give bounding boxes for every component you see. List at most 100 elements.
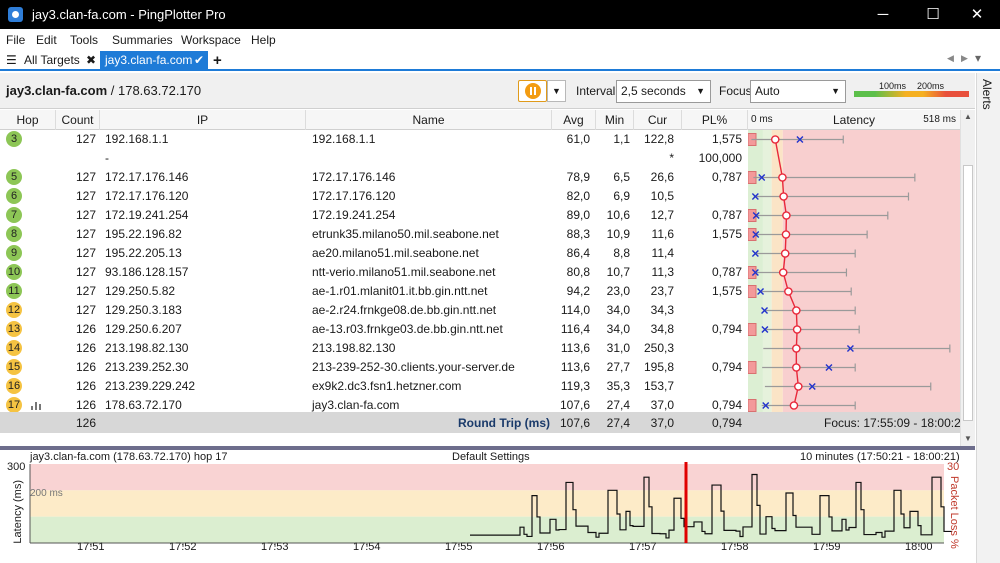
hop-count: 126 [75, 341, 96, 355]
hop-avg: 94,2 [566, 284, 590, 298]
close-icon[interactable]: ✖ [86, 51, 96, 70]
table-row[interactable]: 12 127 129.250.3.183 ae-2.r24.frnkge08.de.b… [0, 301, 748, 320]
hop-count: 126 [75, 398, 96, 412]
focus-select[interactable]: Auto ▼ [750, 80, 846, 103]
hop-count: 127 [75, 132, 96, 146]
hop-cur: 195,8 [643, 360, 674, 374]
timeline-zone-warn [30, 490, 944, 517]
col-name[interactable]: Name [306, 110, 552, 130]
chevron-down-icon: ▼ [552, 86, 561, 96]
tab-scroll-right-icon[interactable]: ▶ [961, 53, 968, 64]
tab-target[interactable]: jay3.clan-fa.com ✔ [100, 51, 208, 70]
col-latency[interactable]: 0 ms Latency 518 ms [748, 110, 960, 130]
latency-avg-point [792, 363, 801, 372]
menu-file[interactable]: File [6, 33, 25, 47]
table-row[interactable]: 14 126 213.198.82.130 213.198.82.130 113,6 31… [0, 339, 748, 358]
menu-bar: File Edit Tools Summaries Workspace Help [0, 29, 1000, 50]
latency-zone-ok [762, 130, 772, 412]
col-min[interactable]: Min [596, 110, 634, 130]
close-button[interactable]: ✕ [954, 0, 1000, 29]
hop-min: 31,0 [606, 341, 630, 355]
minimize-button[interactable]: ─ [860, 0, 906, 29]
menu-help[interactable]: Help [251, 33, 276, 47]
hop-pl: 0,794 [711, 398, 742, 412]
col-cur[interactable]: Cur [634, 110, 682, 130]
hop-min: 6,5 [613, 170, 630, 184]
alerts-panel[interactable]: Alerts [976, 73, 1000, 563]
latency-header-label: Latency [832, 113, 876, 127]
table-row[interactable]: 10 127 93.186.128.157 ntt-verio.milano51.mi… [0, 263, 748, 282]
packet-loss-bar [748, 323, 757, 336]
col-count[interactable]: Count [56, 110, 100, 130]
table-row[interactable]: 11 127 129.250.5.82 ae-1.r01.mlanit01.it.bb… [0, 282, 748, 301]
table-row[interactable]: 5 127 172.17.176.146 172.17.176.146 78,9 6,5 2… [0, 168, 748, 187]
table-row[interactable]: 8 127 195.22.196.82 etrunk35.milano50.mil.s… [0, 225, 748, 244]
hop-count: 127 [75, 265, 96, 279]
add-tab-button[interactable]: + [213, 51, 229, 70]
tab-all-targets[interactable]: ☰ All Targets ✖ [6, 51, 100, 70]
alerts-label: Alerts [980, 79, 994, 110]
hop-cur: 11,3 [651, 265, 674, 279]
menu-edit[interactable]: Edit [36, 33, 57, 47]
hop-min: 6,9 [613, 189, 630, 203]
hop-ip: 213.239.229.242 [105, 379, 196, 393]
maximize-button[interactable]: ☐ [910, 0, 956, 29]
summary-label: Round Trip (ms) [458, 416, 550, 430]
table-row[interactable]: - * 100,000 [0, 149, 748, 168]
col-ip[interactable]: IP [100, 110, 306, 130]
timeline-time-label: 17:52 [169, 541, 197, 553]
hop-name: ae-1.r01.mlanit01.it.bb.gin.ntt.net [312, 284, 488, 298]
hop-ip: 129.250.3.183 [105, 303, 182, 317]
graph-icon[interactable] [31, 402, 43, 410]
menu-summaries[interactable]: Summaries [112, 33, 173, 47]
hop-badge: 7 [6, 207, 22, 223]
hop-ip: 192.168.1.1 [105, 132, 169, 146]
hop-avg: 78,9 [566, 170, 590, 184]
pause-button[interactable] [518, 80, 547, 102]
col-hop[interactable]: Hop [0, 110, 56, 130]
hop-badge: 11 [6, 283, 22, 299]
hop-avg: 107,6 [559, 398, 590, 412]
scroll-up-icon[interactable]: ▲ [964, 112, 972, 121]
table-row[interactable]: 16 126 213.239.229.242 ex9k2.dc3.fsn1.hetzn… [0, 377, 748, 396]
grid-scrollbar[interactable]: ▲ ▼ [960, 110, 975, 446]
latency-avg-point [781, 230, 791, 239]
latency-zone-bad [782, 130, 960, 412]
table-row[interactable]: 9 127 195.22.205.13 ae20.milano51.mil.seabo… [0, 244, 748, 263]
window-title: jay3.clan-fa.com - PingPlotter Pro [32, 7, 226, 22]
hop-avg: 114,0 [560, 303, 590, 317]
col-avg[interactable]: Avg [552, 110, 596, 130]
scrollbar-thumb[interactable] [963, 165, 973, 421]
pause-dropdown-button[interactable]: ▼ [547, 80, 566, 102]
hop-min: 34,0 [606, 303, 630, 317]
grid-header: Hop Count IP Name Avg Min Cur PL% 0 ms L… [0, 110, 960, 130]
table-row[interactable]: 3 127 192.168.1.1 192.168.1.1 61,0 1,1 122,8 1,… [0, 130, 748, 149]
hop-cur: 122,8 [643, 132, 674, 146]
table-row[interactable]: 7 127 172.19.241.254 172.19.241.254 89,0 10,6… [0, 206, 748, 225]
table-row[interactable]: 13 126 129.250.6.207 ae-13.r03.frnkge03.de.… [0, 320, 748, 339]
tab-more-icon[interactable]: ▾ [975, 51, 981, 65]
hop-ip: 195.22.205.13 [105, 246, 182, 260]
hop-min: 34,0 [606, 322, 630, 336]
scroll-down-icon[interactable]: ▼ [964, 434, 972, 443]
hop-count: 127 [75, 284, 96, 298]
summary-pl: 0,794 [711, 416, 742, 430]
timeline-settings[interactable]: Default Settings [452, 451, 530, 463]
scale-200-label: 200ms [917, 81, 945, 91]
table-row[interactable]: 6 127 172.17.176.120 172.17.176.120 82,0 6,9 1… [0, 187, 748, 206]
hop-avg: 86,4 [566, 246, 590, 260]
hop-avg: 80,8 [566, 265, 590, 279]
menu-workspace[interactable]: Workspace [181, 33, 241, 47]
timeline-graph[interactable]: jay3.clan-fa.com (178.63.72.170) hop 17 … [0, 450, 975, 563]
menu-tools[interactable]: Tools [70, 33, 98, 47]
hop-name: 213-239-252-30.clients.your-server.de [312, 360, 515, 374]
focus-value: Auto [755, 84, 780, 98]
hop-min: 27,4 [606, 398, 630, 412]
col-pl[interactable]: PL% [682, 110, 748, 130]
interval-select[interactable]: 2,5 seconds ▼ [616, 80, 711, 103]
table-row[interactable]: 15 126 213.239.252.30 213-239-252-30.client… [0, 358, 748, 377]
timeline-time-label: 17:53 [261, 541, 289, 553]
summary-avg: 107,6 [559, 416, 590, 430]
tab-scroll-left-icon[interactable]: ◀ [947, 53, 954, 64]
hop-avg: 116,4 [560, 322, 590, 336]
